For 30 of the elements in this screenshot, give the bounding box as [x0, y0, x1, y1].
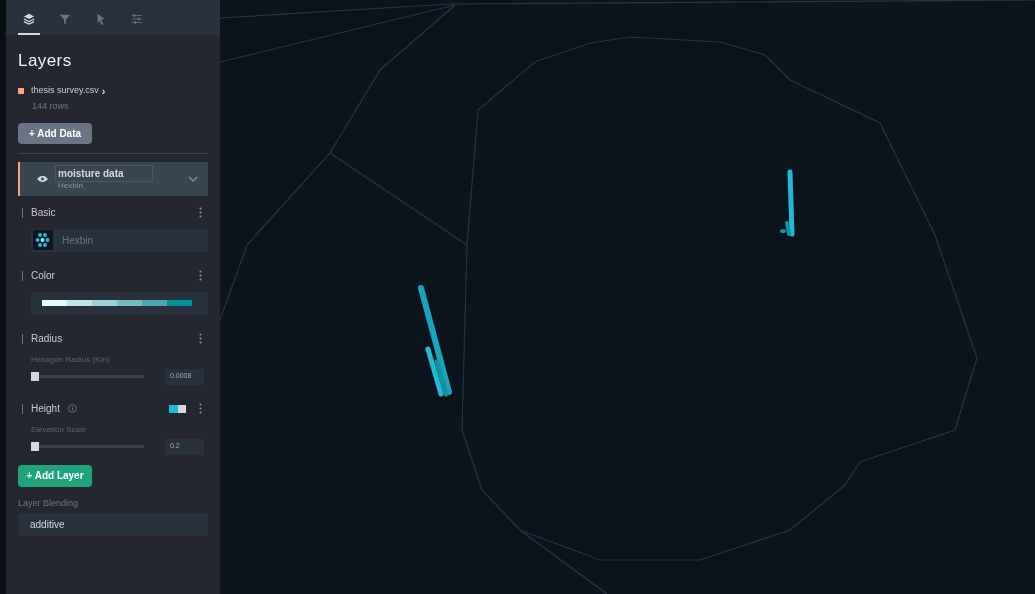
eye-icon[interactable] — [36, 174, 48, 183]
settings-icon — [131, 12, 143, 25]
dataset-name[interactable]: thesis survey.csv — [31, 84, 99, 98]
color-palette-select[interactable] — [31, 291, 208, 315]
layer-header[interactable]: moisture data Hexbin — [18, 161, 208, 196]
slider-handle[interactable] — [31, 372, 39, 381]
info-icon[interactable] — [67, 404, 77, 413]
more-icon[interactable] — [199, 207, 202, 218]
blending-select[interactable]: additive — [18, 513, 208, 536]
slider-handle[interactable] — [31, 442, 39, 451]
pointer-icon — [95, 12, 107, 25]
add-data-button[interactable]: + Add Data — [18, 122, 92, 144]
more-icon[interactable] — [199, 333, 202, 344]
layer-type: Hexbin — [58, 180, 84, 192]
filter-icon — [59, 12, 71, 25]
chevron-down-icon[interactable] — [188, 175, 198, 182]
section-title: Height — [31, 402, 60, 416]
section-title: Basic — [31, 206, 56, 220]
row-count: 144 rows — [32, 100, 70, 113]
section-title: Radius — [31, 332, 63, 346]
field-label: Layer Blending — [18, 496, 80, 510]
layer-name-field[interactable]: moisture data — [55, 165, 153, 182]
more-icon[interactable] — [199, 403, 202, 414]
chevron-icon[interactable]: › — [101, 82, 106, 99]
panel-title: Layers — [18, 50, 73, 72]
toggle-switch[interactable] — [169, 404, 186, 413]
more-icon[interactable] — [199, 270, 202, 281]
section-title: Color — [31, 269, 55, 283]
layers-icon — [23, 12, 35, 25]
hexbin-icon — [33, 230, 53, 250]
